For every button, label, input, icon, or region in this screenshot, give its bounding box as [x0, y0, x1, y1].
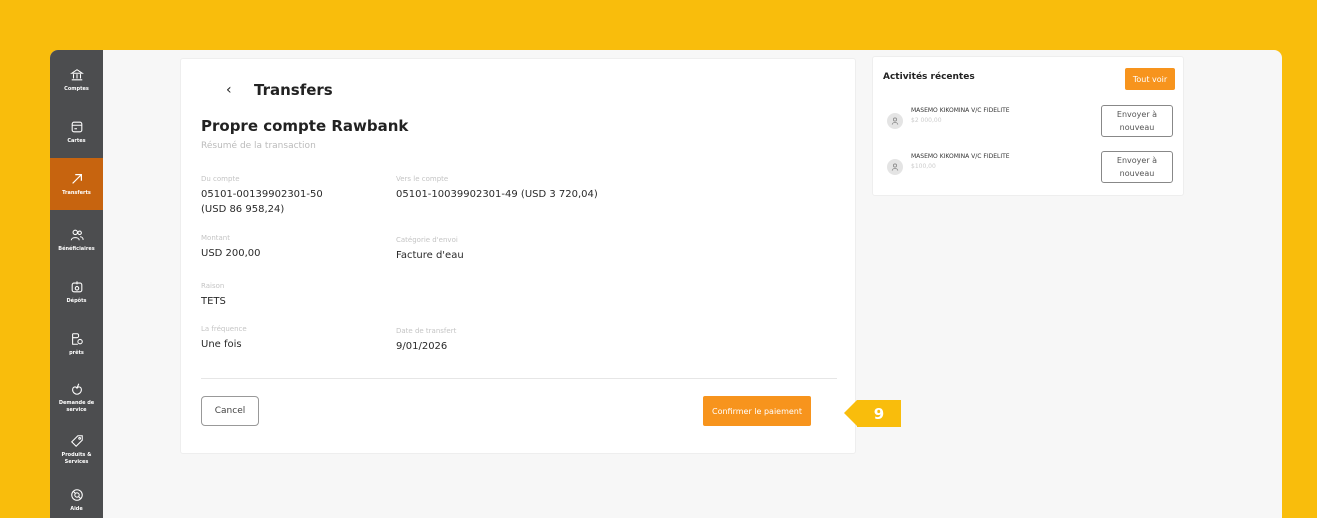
avatar — [887, 113, 903, 129]
badge-pointer — [844, 400, 857, 426]
list-item: MASEMO KIKOMINA V/C FIDELITE $2 000,00 E… — [883, 105, 1175, 141]
field-label: Du compte — [201, 175, 240, 183]
sidebar: Comptes Cartes Transferts Bénéficiaires … — [50, 50, 103, 518]
activity-amount: $2 000,00 — [911, 117, 942, 124]
field-label: Vers le compte — [396, 175, 449, 183]
category-field: Catégorie d'envoi Facture d'eau — [396, 236, 464, 263]
amount-value: USD 200,00 — [201, 248, 261, 259]
see-all-button[interactable]: Tout voir — [1125, 68, 1175, 90]
bank-icon — [69, 68, 84, 80]
loan-icon — [71, 332, 83, 345]
cancel-button[interactable]: Cancel — [201, 396, 259, 426]
to-account-number: 05101-10039902301-49 (USD 3 720,04) — [396, 189, 598, 200]
activities-title: Activités récentes — [883, 72, 975, 82]
service-request-icon — [71, 383, 82, 395]
transfer-summary-card: ‹ Transfers Propre compte Rawbank Résumé… — [180, 58, 856, 454]
sidebar-item-produits-services[interactable]: Produits & Services — [50, 424, 103, 476]
transfer-date-value: 9/01/2026 — [396, 341, 448, 352]
from-account-field: Du compte 05101-00139902301-50 (USD 86 9… — [201, 175, 323, 217]
list-item: MASEMO KIKOMINA V/C FIDELITE $100,00 Env… — [883, 151, 1175, 187]
activity-name: MASEMO KIKOMINA V/C FIDELITE — [911, 107, 1010, 114]
sidebar-item-label: Demande de service — [58, 400, 95, 413]
products-icon — [70, 435, 83, 447]
transfer-arrow-icon — [71, 173, 82, 184]
activity-amount: $100,00 — [911, 163, 936, 170]
user-icon — [891, 163, 899, 171]
field-label: Catégorie d'envoi — [396, 236, 458, 244]
sidebar-item-prets[interactable]: prêts — [50, 318, 103, 370]
from-account-balance: (USD 86 958,24) — [201, 204, 285, 215]
sidebar-item-label: prêts — [69, 349, 84, 356]
confirm-payment-button[interactable]: Confirmer le paiement — [703, 396, 811, 426]
recent-activities-card: Activités récentes Tout voir MASEMO KIKO… — [872, 56, 1184, 196]
deposit-icon — [71, 280, 82, 292]
frequency-field: La fréquence Une fois — [201, 325, 247, 352]
back-arrow-icon[interactable]: ‹ — [226, 82, 240, 98]
resend-button[interactable]: Envoyer à nouveau — [1101, 105, 1173, 137]
card-icon — [71, 121, 82, 132]
sidebar-item-beneficiaires[interactable]: Bénéficiaires — [50, 214, 103, 266]
divider — [201, 378, 837, 379]
user-icon — [891, 117, 899, 125]
sidebar-item-label: Bénéficiaires — [58, 245, 95, 252]
from-account-number: 05101-00139902301-50 — [201, 189, 323, 200]
page-header: ‹ Transfers — [226, 81, 333, 99]
field-label: Date de transfert — [396, 327, 457, 335]
sidebar-item-label: Dépôts — [66, 297, 87, 304]
sidebar-item-label: Aide — [70, 505, 83, 512]
step-badge: 9 — [844, 400, 901, 427]
page-title: Transfers — [254, 81, 333, 99]
field-label: La fréquence — [201, 325, 247, 333]
sidebar-item-demande-de-service[interactable]: Demande de service — [50, 372, 103, 424]
sidebar-item-cartes[interactable]: Cartes — [50, 106, 103, 158]
sidebar-item-comptes[interactable]: Comptes — [50, 54, 103, 106]
activity-name: MASEMO KIKOMINA V/C FIDELITE — [911, 153, 1010, 160]
section-subtitle: Résumé de la transaction — [201, 141, 316, 151]
resend-button[interactable]: Envoyer à nouveau — [1101, 151, 1173, 183]
sidebar-item-transferts[interactable]: Transferts — [50, 158, 103, 210]
resend-label: Envoyer à nouveau — [1116, 110, 1158, 132]
sidebar-item-label: Cartes — [67, 137, 86, 144]
category-value: Facture d'eau — [396, 250, 464, 261]
help-icon — [70, 488, 83, 501]
resend-label: Envoyer à nouveau — [1116, 156, 1158, 178]
sidebar-item-depots[interactable]: Dépôts — [50, 266, 103, 318]
reason-field: Raison TETS — [201, 282, 226, 309]
avatar — [887, 159, 903, 175]
sidebar-item-aide[interactable]: Aide — [50, 474, 103, 518]
section-title: Propre compte Rawbank — [201, 117, 409, 135]
reason-value: TETS — [201, 296, 226, 307]
sidebar-item-label: Comptes — [64, 85, 89, 92]
transfer-date-field: Date de transfert 9/01/2026 — [396, 327, 456, 354]
to-account-field: Vers le compte 05101-10039902301-49 (USD… — [396, 175, 598, 202]
field-label: Raison — [201, 282, 225, 290]
frequency-value: Une fois — [201, 339, 242, 350]
amount-field: Montant USD 200,00 — [201, 234, 261, 261]
step-number: 9 — [857, 400, 901, 427]
sidebar-item-label: Transferts — [62, 189, 91, 196]
sidebar-item-label: Produits & Services — [61, 452, 92, 465]
users-icon — [70, 229, 84, 240]
app-window: Comptes Cartes Transferts Bénéficiaires … — [50, 50, 1282, 518]
field-label: Montant — [201, 234, 230, 242]
